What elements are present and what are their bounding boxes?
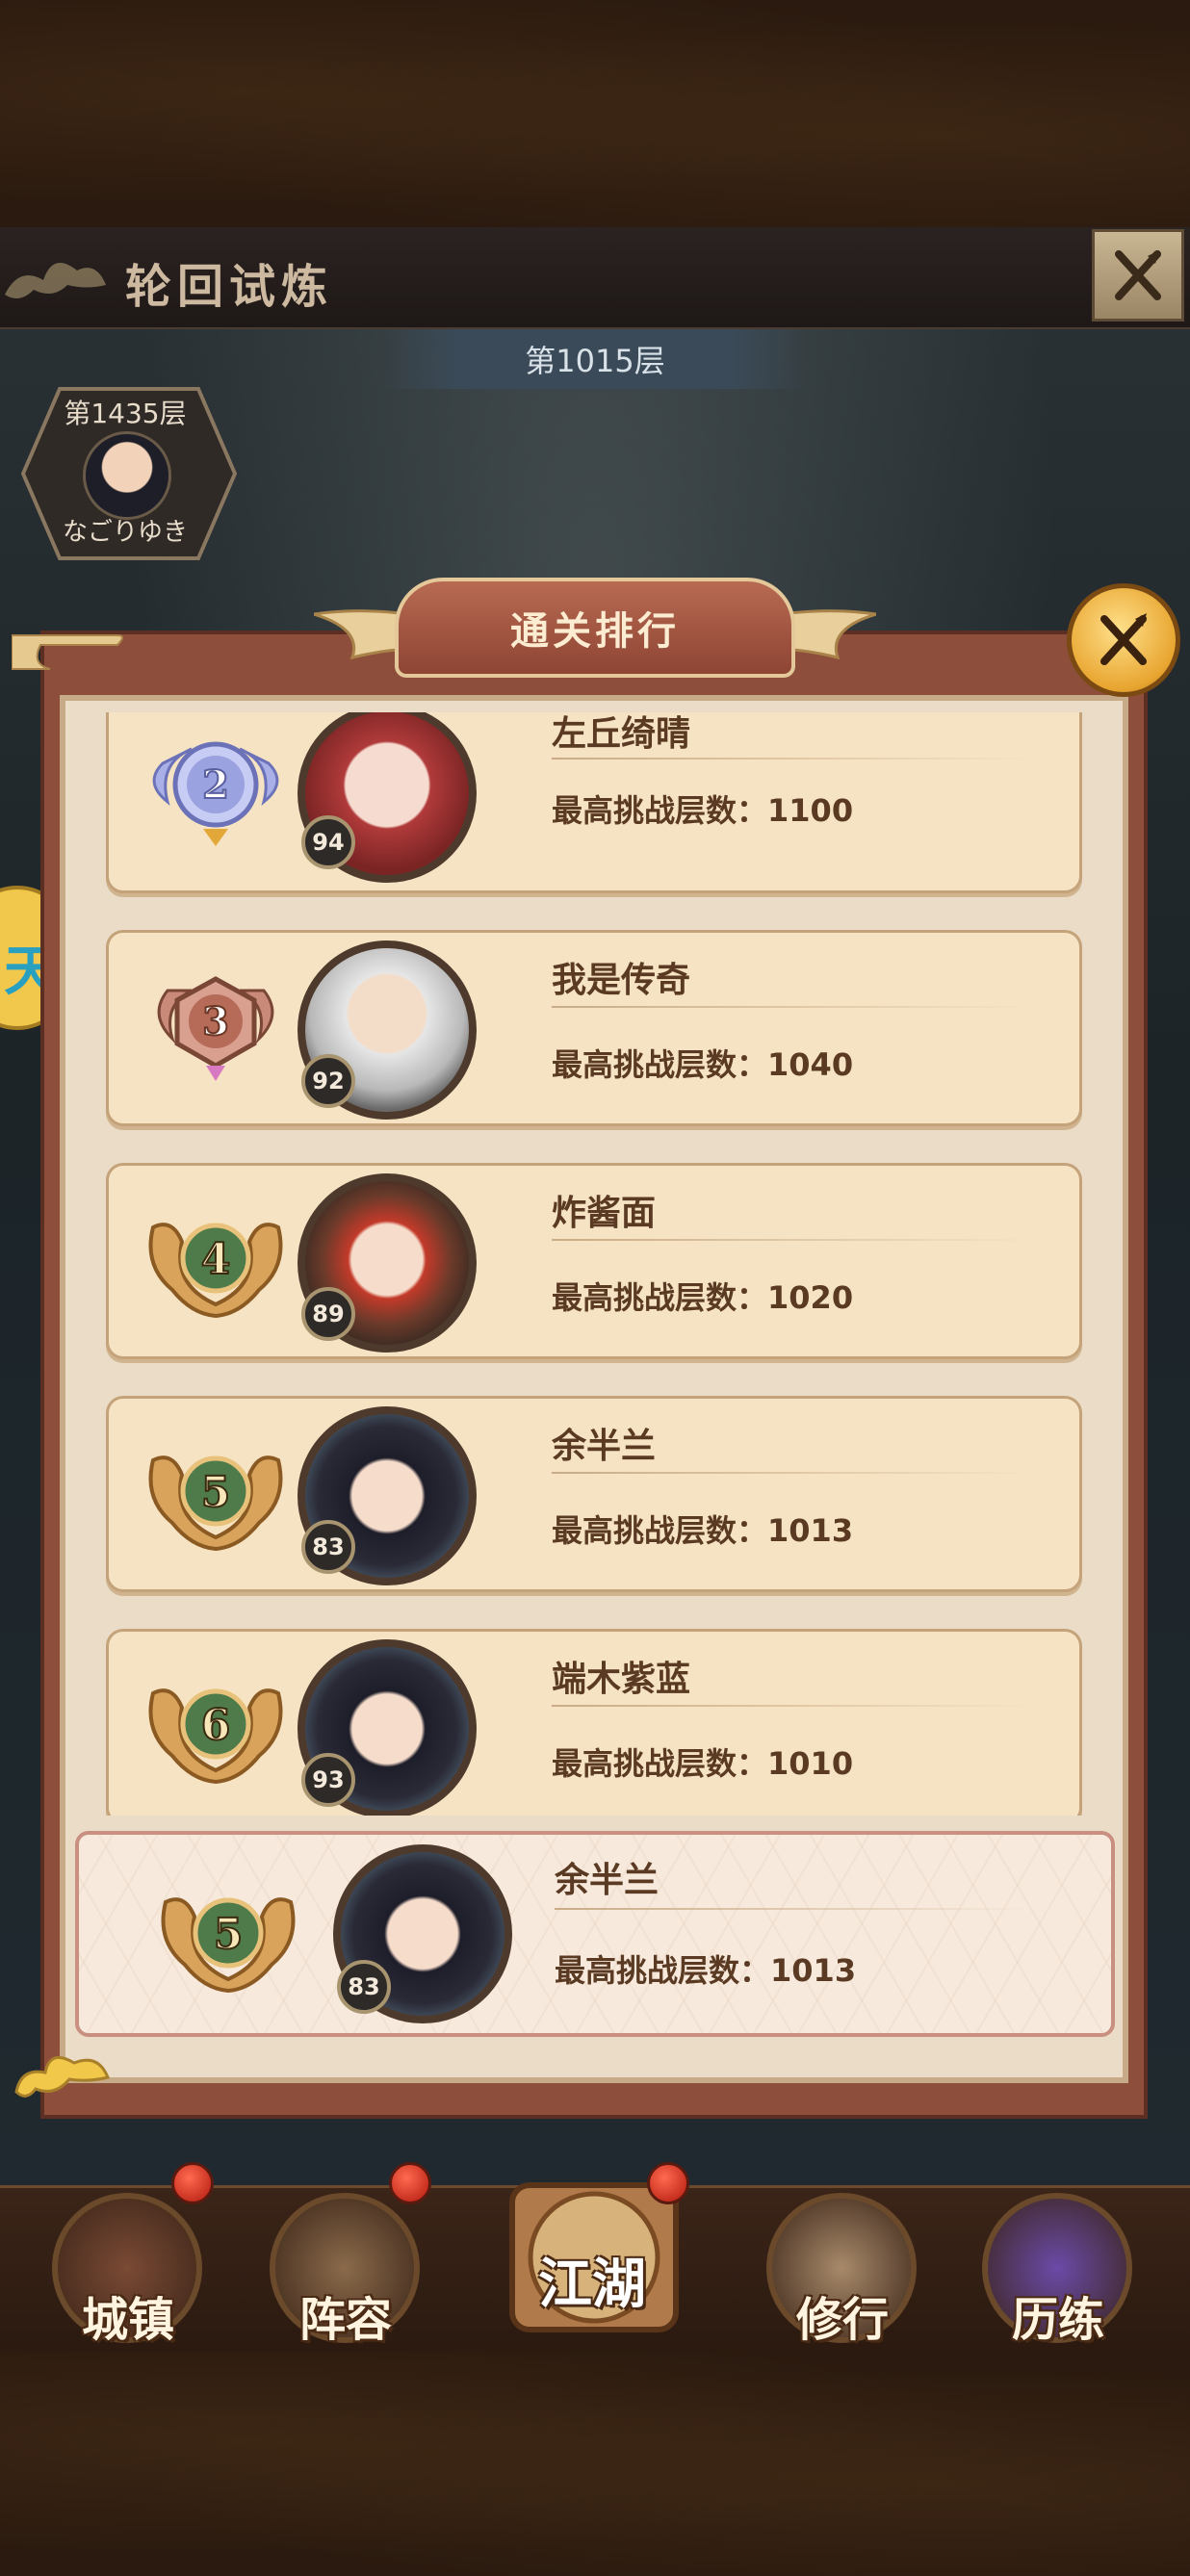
divider — [552, 1239, 1033, 1241]
player-name: 炸酱面 — [552, 1194, 657, 1233]
rank-number: 5 — [201, 1468, 231, 1517]
avatar — [83, 431, 171, 520]
player-score: 最高挑战层数：1020 — [552, 1274, 853, 1318]
rank-medal-icon: 5 — [161, 1897, 296, 1994]
score-value: 1040 — [767, 1046, 854, 1083]
panel-close-button[interactable] — [1067, 583, 1180, 697]
silver-medal-icon: 2 — [152, 741, 279, 846]
player-name: 余半兰 — [552, 1427, 657, 1466]
rank-number: 3 — [202, 999, 229, 1044]
player-score: 最高挑战层数：1010 — [552, 1739, 853, 1784]
my-record-floor: 第1435层 — [64, 398, 187, 429]
list-item[interactable]: 4 89 炸酱面 最高挑战层数：1020 — [106, 1163, 1082, 1359]
player-score: 最高挑战层数：1013 — [552, 1507, 853, 1551]
level-badge: 94 — [301, 815, 355, 869]
player-name: 端木紫蓝 — [552, 1660, 691, 1699]
player-score: 最高挑战层数：1040 — [552, 1041, 853, 1085]
score-label: 最高挑战层数： — [552, 792, 768, 829]
rank-medal-icon: 5 — [148, 1455, 283, 1552]
rank-number: 2 — [202, 762, 229, 808]
player-name: 左丘绮晴 — [552, 714, 691, 754]
score-value: 1013 — [767, 1512, 854, 1549]
cloud-ornament-icon — [5, 263, 106, 298]
close-icon — [1115, 250, 1161, 300]
level-badge: 83 — [337, 1960, 391, 2014]
my-record-name: なごりゆき — [62, 518, 188, 547]
floor-banner: 第1015层 — [383, 329, 807, 389]
divider — [552, 758, 1033, 760]
rank-number: 6 — [201, 1701, 231, 1750]
panel-title: 通关排行 — [510, 609, 680, 654]
score-label: 最高挑战层数： — [555, 1952, 771, 1989]
player-score: 最高挑战层数：1100 — [552, 786, 853, 831]
rank-medal-icon: 4 — [148, 1223, 283, 1319]
notification-dot — [171, 2162, 214, 2204]
nav-town-label: 城镇 — [81, 2293, 174, 2347]
divider — [552, 1705, 1033, 1707]
level-badge: 93 — [301, 1753, 355, 1807]
nav-lineup-label: 阵容 — [298, 2293, 392, 2347]
ranking-list[interactable]: 2 94 左丘绮晴 最高挑战层数：1100 3 92 我是传奇 最高挑战层数：1… — [77, 712, 1113, 1816]
score-label: 最高挑战层数： — [552, 1279, 768, 1316]
panel-title-plate: 通关排行 — [395, 578, 795, 678]
divider — [552, 1472, 1033, 1474]
corner-ornament-icon — [12, 634, 123, 670]
score-value: 1100 — [767, 792, 854, 829]
bronze-medal-icon: 3 — [157, 976, 274, 1081]
list-item[interactable]: 3 92 我是传奇 最高挑战层数：1040 — [106, 930, 1082, 1126]
level-badge: 83 — [301, 1520, 355, 1574]
page-title: 轮回试炼 — [125, 260, 334, 314]
notification-dot — [647, 2162, 689, 2204]
divider — [552, 1006, 1033, 1008]
top-background — [0, 0, 1190, 227]
rank-number: 5 — [214, 1910, 244, 1959]
nav-cultivate-label: 修行 — [795, 2293, 889, 2347]
close-button[interactable] — [1092, 229, 1184, 322]
list-item[interactable]: 5 83 余半兰 最高挑战层数：1013 — [106, 1396, 1082, 1592]
notification-dot — [389, 2162, 431, 2204]
list-item[interactable]: 6 93 端木紫蓝 最高挑战层数：1010 — [106, 1629, 1082, 1816]
cloud-ornament-icon — [14, 2055, 111, 2098]
score-value: 1013 — [770, 1952, 857, 1989]
rank-number: 4 — [201, 1235, 231, 1284]
score-value: 1020 — [767, 1279, 854, 1316]
divider — [555, 1908, 1036, 1910]
close-icon — [1100, 613, 1147, 665]
nav-trial-label: 历练 — [1011, 2293, 1104, 2347]
level-badge: 92 — [301, 1054, 355, 1108]
player-name: 余半兰 — [555, 1861, 660, 1900]
list-item[interactable]: 2 94 左丘绮晴 最高挑战层数：1100 — [106, 712, 1082, 893]
nav-jianghu-label: 江湖 — [538, 2254, 646, 2316]
rank-medal-icon: 6 — [148, 1688, 283, 1785]
my-rank-card: 5 83 余半兰 最高挑战层数：1013 — [75, 1831, 1115, 2037]
score-label: 最高挑战层数： — [552, 1046, 768, 1083]
bottom-background — [0, 2349, 1190, 2576]
level-badge: 89 — [301, 1287, 355, 1341]
score-label: 最高挑战层数： — [552, 1745, 768, 1782]
player-name: 我是传奇 — [552, 961, 691, 1000]
player-score: 最高挑战层数：1013 — [555, 1946, 856, 1991]
score-value: 1010 — [767, 1745, 854, 1782]
current-floor-label: 第1015层 — [525, 343, 665, 379]
score-label: 最高挑战层数： — [552, 1512, 768, 1549]
